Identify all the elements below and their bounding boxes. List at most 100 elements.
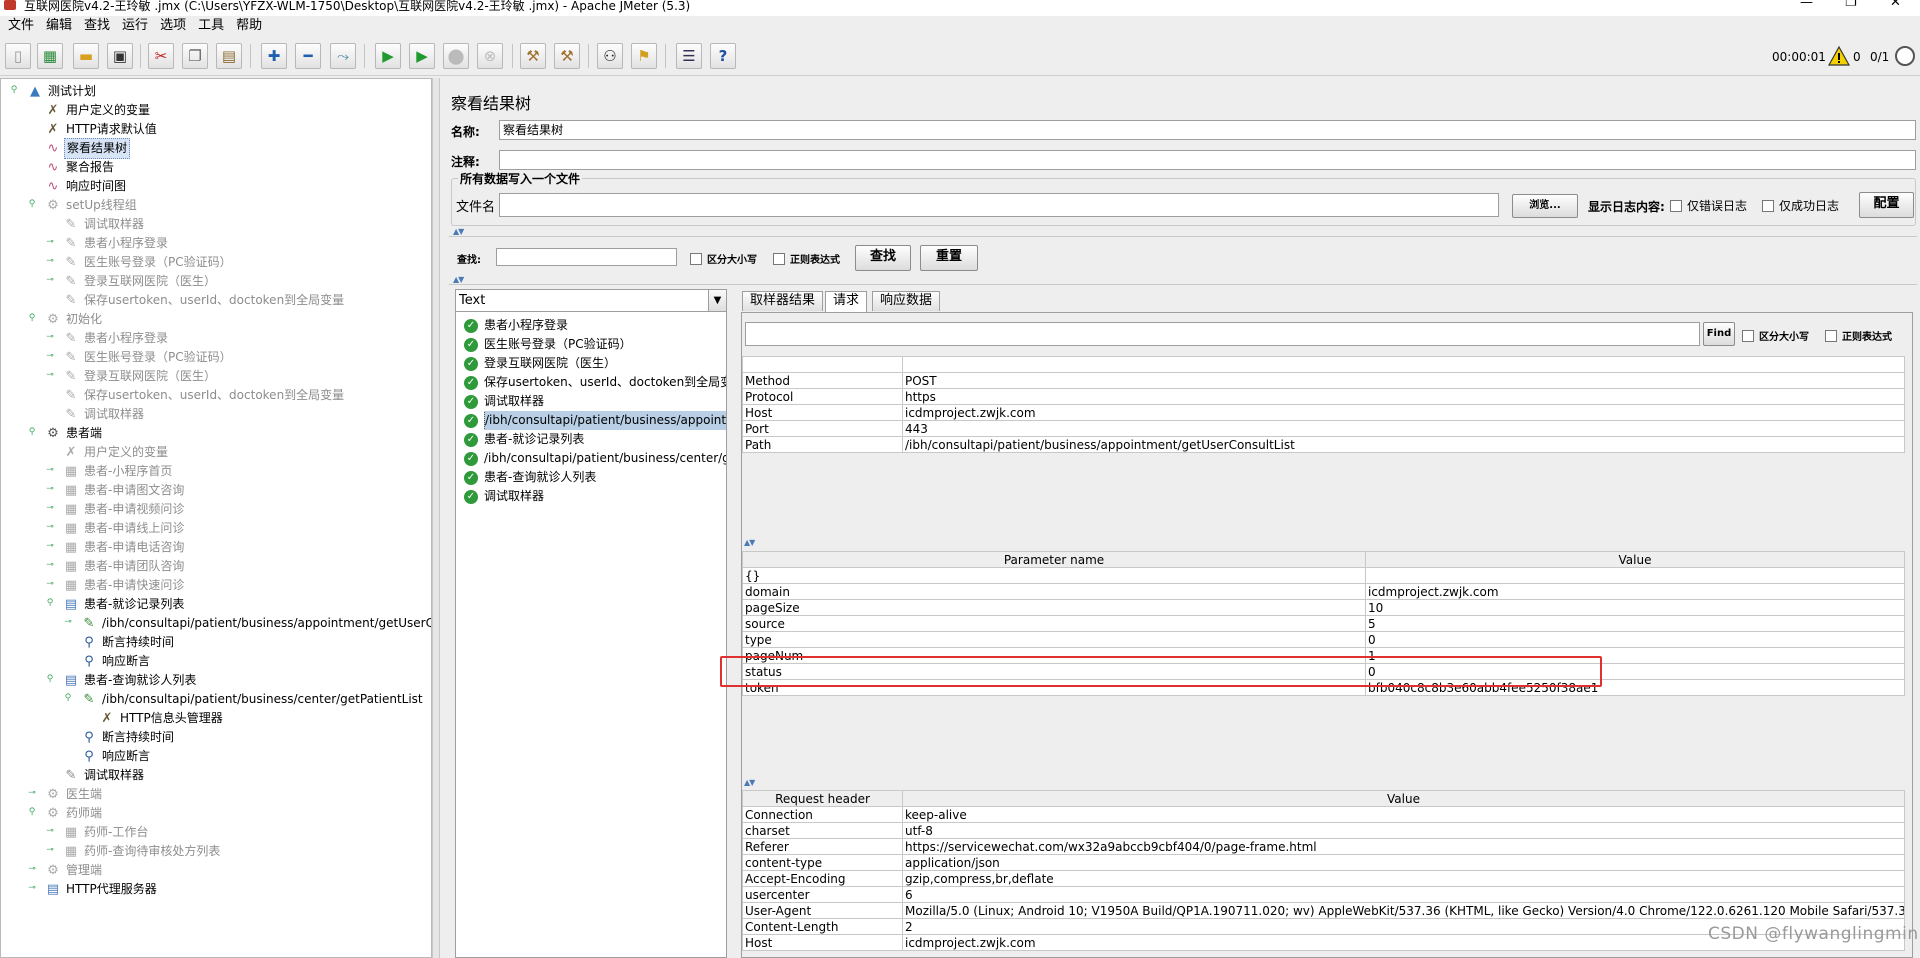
close-icon[interactable]: ✕ — [1890, 0, 1901, 9]
tree-node[interactable]: ▦ 患者-申请图文咨询 — [63, 481, 186, 500]
split-pane-divider[interactable] — [432, 78, 440, 958]
tree-expanded-icon[interactable]: ⚲ — [9, 85, 19, 95]
result-item[interactable]: ✓ 调试取样器 — [464, 487, 726, 506]
header-row[interactable]: Connection keep-alive — [742, 806, 1905, 823]
menu-options[interactable]: 选项 — [154, 16, 192, 36]
tree-expanded-icon[interactable]: ⚲ — [45, 674, 55, 684]
tree-node[interactable]: ∿ 响应时间图 — [45, 177, 128, 196]
tree-node[interactable]: ✗ HTTP请求默认值 — [45, 120, 159, 139]
toggle-icon[interactable]: ⤳ — [330, 43, 356, 69]
templates-icon[interactable]: ▦ — [37, 43, 63, 69]
tree-node[interactable]: ▤ 患者-就诊记录列表 — [63, 595, 186, 614]
collapse-arrows-icon[interactable]: ▲▼ — [744, 778, 755, 787]
tree-collapsed-icon[interactable]: ⊸ — [45, 484, 55, 494]
tree-node[interactable]: ✎ 医生账号登录（PC验证码） — [63, 253, 234, 272]
tab-sampler-result[interactable]: 取样器结果 — [742, 291, 824, 311]
tree-node[interactable]: ✎ 登录互联网医院（医生） — [63, 367, 218, 386]
header-row[interactable]: content-type application/json — [742, 854, 1905, 871]
tree-node[interactable]: ▤ 患者-查询就诊人列表 — [63, 671, 198, 690]
tree-collapsed-icon[interactable]: ⊸ — [45, 332, 55, 342]
maximize-icon[interactable]: ❐ — [1845, 0, 1857, 9]
function-helper-icon[interactable]: ☰ — [676, 43, 702, 69]
tree-node[interactable]: ✗ 用户定义的变量 — [45, 101, 152, 120]
param-name-header[interactable]: Parameter name — [742, 551, 1366, 568]
result-item[interactable]: ✓ 患者-就诊记录列表 — [464, 430, 726, 449]
success-only-checkbox[interactable]: 仅成功日志 — [1762, 197, 1839, 214]
header-row[interactable]: Accept-Encoding gzip,compress,br,deflate — [742, 870, 1905, 887]
detail-find-input[interactable] — [745, 322, 1700, 346]
tree-node[interactable]: ▲ 测试计划 — [27, 82, 98, 101]
tree-collapsed-icon[interactable]: ⊸ — [45, 579, 55, 589]
browse-button[interactable]: 浏览... — [1512, 194, 1578, 218]
tree-node[interactable]: ✎ /ibh/consultapi/patient/business/center… — [81, 690, 425, 709]
parameter-row[interactable]: pageSize 10 — [742, 599, 1905, 616]
errors-only-checkbox[interactable]: 仅错误日志 — [1670, 197, 1747, 214]
remote-status-icon[interactable] — [1895, 46, 1915, 66]
search-regex-checkbox[interactable]: 正则表达式 — [773, 251, 840, 266]
configure-button[interactable]: 配置 — [1859, 192, 1914, 218]
menu-tools[interactable]: 工具 — [192, 16, 230, 36]
tree-collapsed-icon[interactable]: ⊸ — [27, 864, 37, 874]
request-row[interactable]: Host icdmproject.zwjk.com — [742, 404, 1905, 421]
find-button[interactable]: 查找 — [855, 245, 911, 271]
binoculars-icon[interactable]: ⚇ — [597, 43, 623, 69]
param-value-header[interactable]: Value — [1365, 551, 1905, 568]
header-row[interactable]: charset utf-8 — [742, 822, 1905, 839]
collapse-all-icon[interactable]: ━ — [295, 43, 321, 69]
tree-expanded-icon[interactable]: ⚲ — [63, 693, 73, 703]
tree-node[interactable]: ▤ HTTP代理服务器 — [45, 880, 159, 899]
request-row[interactable]: Protocol https — [742, 388, 1905, 405]
tree-node[interactable]: ▦ 药师-查询待审核处方列表 — [63, 842, 222, 861]
tree-node[interactable]: ∿ 察看结果树 — [45, 138, 131, 159]
cut-icon[interactable]: ✂ — [148, 43, 174, 69]
result-item[interactable]: ✓ 患者小程序登录 — [464, 316, 726, 335]
tree-collapsed-icon[interactable]: ⊸ — [45, 465, 55, 475]
tree-node[interactable]: ✎ 保存usertoken、userId、doctoken到全局变量 — [63, 291, 346, 310]
tree-node[interactable]: ⚙ setUp线程组 — [45, 196, 139, 215]
detail-case-checkbox[interactable]: 区分大小写 — [1742, 328, 1809, 343]
result-item[interactable]: ✓ 调试取样器 — [464, 392, 726, 411]
parameter-row[interactable]: source 5 — [742, 615, 1905, 632]
tree-collapsed-icon[interactable]: ⊸ — [45, 845, 55, 855]
stop-icon[interactable]: ⬤ — [443, 43, 469, 69]
tab-request[interactable]: 请求 — [825, 291, 868, 312]
comment-field[interactable] — [499, 150, 1916, 170]
header-row[interactable]: Referer https://servicewechat.com/wx32a9a… — [742, 838, 1905, 855]
tree-node[interactable]: ⚲ 断言持续时间 — [81, 728, 176, 747]
open-icon[interactable]: ▬ — [73, 43, 99, 69]
tree-node[interactable]: ▦ 患者-申请团队咨询 — [63, 557, 186, 576]
tree-node[interactable]: ✎ 保存usertoken、userId、doctoken到全局变量 — [63, 386, 346, 405]
start-icon[interactable]: ▶ — [375, 43, 401, 69]
save-icon[interactable]: ▣ — [107, 43, 133, 69]
tree-node[interactable]: ⚙ 医生端 — [45, 785, 104, 804]
tree-node[interactable]: ⚙ 管理端 — [45, 861, 104, 880]
header-row[interactable]: User-Agent Mozilla/5.0 (Linux; Android 10… — [742, 902, 1905, 919]
clear-icon[interactable]: ⚒ — [520, 43, 546, 69]
search-case-checkbox[interactable]: 区分大小写 — [690, 251, 757, 266]
tree-collapsed-icon[interactable]: ⊸ — [45, 237, 55, 247]
tree-node[interactable]: ✎ 患者小程序登录 — [63, 329, 170, 348]
tree-node[interactable]: ▦ 药师-工作台 — [63, 823, 150, 842]
tree-collapsed-icon[interactable]: ⊸ — [45, 826, 55, 836]
tree-node[interactable]: ▦ 患者-申请快速问诊 — [63, 576, 186, 595]
tree-node[interactable]: ✗ HTTP信息头管理器 — [99, 709, 225, 728]
tree-node[interactable]: ✎ 调试取样器 — [63, 405, 146, 424]
header-row[interactable]: usercenter 6 — [742, 886, 1905, 903]
tree-expanded-icon[interactable]: ⚲ — [27, 313, 37, 323]
tree-expanded-icon[interactable]: ⚲ — [27, 427, 37, 437]
tree-collapsed-icon[interactable]: ⊸ — [45, 351, 55, 361]
tree-node[interactable]: ✗ 用户定义的变量 — [63, 443, 170, 462]
collapse-arrows-icon[interactable]: ▲▼ — [453, 227, 464, 236]
detail-regex-checkbox[interactable]: 正则表达式 — [1825, 328, 1892, 343]
tree-collapsed-icon[interactable]: ⊸ — [45, 503, 55, 513]
tree-node[interactable]: ✎ /ibh/consultapi/patient/business/appoin… — [81, 614, 431, 633]
tree-node[interactable]: ∿ 聚合报告 — [45, 158, 116, 177]
new-icon[interactable]: ▯ — [5, 43, 31, 69]
tree-collapsed-icon[interactable]: ⊸ — [45, 522, 55, 532]
tree-node[interactable]: ⚙ 初始化 — [45, 310, 104, 329]
expand-all-icon[interactable]: ✚ — [261, 43, 287, 69]
start-no-pauses-icon[interactable]: ▶ — [409, 43, 435, 69]
minimize-icon[interactable]: — — [1800, 0, 1813, 9]
tree-node[interactable]: ▦ 患者-申请视频问诊 — [63, 500, 186, 519]
tree-expanded-icon[interactable]: ⚲ — [27, 807, 37, 817]
